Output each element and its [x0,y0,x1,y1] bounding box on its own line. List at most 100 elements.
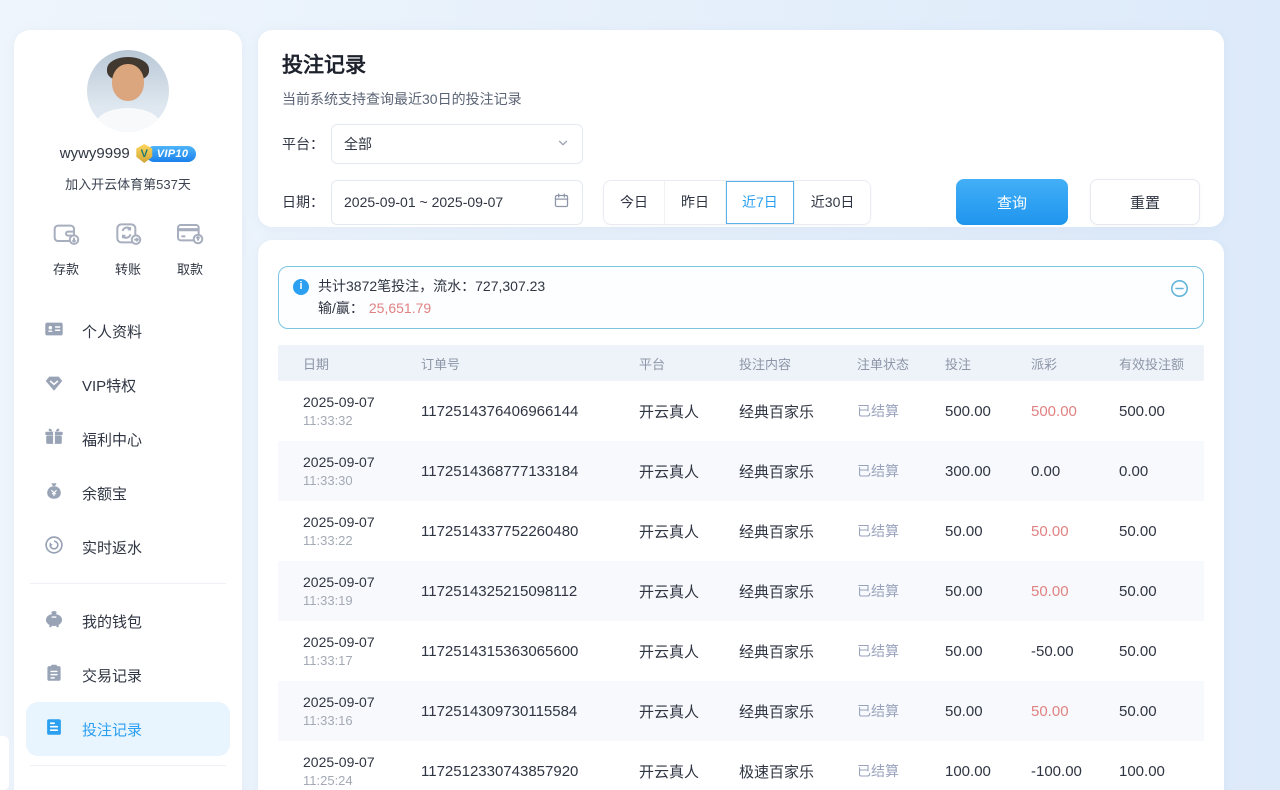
edge-strip [0,736,9,790]
cell-status: 已结算 [857,521,945,541]
sidebar-divider [30,583,226,584]
sidebar-item-rebate[interactable]: 实时返水 [26,520,230,574]
cell-status: 已结算 [857,581,945,601]
cell-date: 2025-09-0711:33:22 [303,514,421,548]
cell-order-number: 1172514337752260480 [421,523,639,540]
cell-platform: 开云真人 [639,761,739,782]
cell-valid-amount: 0.00 [1119,463,1204,480]
date-label: 日期： [282,192,331,212]
cell-order-number: 1172514309730115584 [421,703,639,720]
platform-select[interactable]: 全部 [331,124,583,164]
cell-valid-amount: 50.00 [1119,703,1204,720]
money-bag-icon [43,480,65,506]
sidebar-item-welfare[interactable]: 福利中心 [26,412,230,466]
cell-platform: 开云真人 [639,641,739,662]
cell-bet-amount: 100.00 [945,763,1031,780]
cell-payout: -50.00 [1031,643,1119,660]
vip-level-label: VIP10 [146,146,196,162]
quick-range-yesterday[interactable]: 昨日 [665,181,726,224]
cell-status: 已结算 [857,701,945,721]
transfer-label: 转账 [115,259,141,278]
cell-bet-content: 经典百家乐 [739,521,857,542]
results-panel: i 共计3872笔投注，流水：727,307.23 输/赢：25,651.79 … [258,240,1224,790]
cell-valid-amount: 50.00 [1119,643,1204,660]
cell-bet-amount: 50.00 [945,583,1031,600]
calendar-icon [553,192,570,212]
cell-bet-amount: 300.00 [945,463,1031,480]
transfer-button[interactable]: 转账 [112,217,144,278]
cell-bet-content: 经典百家乐 [739,401,857,422]
menu-label: 个人资料 [82,321,142,342]
date-range-input[interactable]: 2025-09-01 ~ 2025-09-07 [331,180,583,225]
col-header-order: 订单号 [421,354,639,373]
menu-label: 交易记录 [82,665,142,686]
sidebar-item-yuebao[interactable]: 余额宝 [26,466,230,520]
quick-range-30days[interactable]: 近30日 [795,181,871,224]
cell-bet-content: 经典百家乐 [739,581,857,602]
vip-badge: V VIP10 [135,144,196,163]
rebate-cycle-icon [43,534,65,560]
sidebar-item-bet-records[interactable]: 投注记录 [26,702,230,756]
table-row: 2025-09-0711:33:30 1172514368777133184 开… [278,441,1204,501]
cell-platform: 开云真人 [639,701,739,722]
sidebar-item-vip[interactable]: VIP特权 [26,358,230,412]
cell-platform: 开云真人 [639,581,739,602]
reset-button[interactable]: 重置 [1090,179,1200,225]
menu-label: 福利中心 [82,429,142,450]
sidebar-menu-secondary: 我的钱包 交易记录 [14,594,242,756]
sidebar-item-wallet[interactable]: 我的钱包 [26,594,230,648]
gift-icon [43,426,65,452]
menu-label: 实时返水 [82,537,142,558]
deposit-button[interactable]: 存款 [50,217,82,278]
cell-payout: 50.00 [1031,583,1119,600]
deposit-label: 存款 [53,259,79,278]
table-row: 2025-09-0711:33:22 1172514337752260480 开… [278,501,1204,561]
sidebar-divider [30,765,226,766]
col-header-content: 投注内容 [739,354,857,373]
bet-records-table: 日期 订单号 平台 投注内容 注单状态 投注 派彩 有效投注额 2025-09-… [278,345,1204,790]
page-title: 投注记录 [282,49,1200,79]
cell-valid-amount: 50.00 [1119,583,1204,600]
cell-platform: 开云真人 [639,401,739,422]
cell-order-number: 1172514368777133184 [421,463,639,480]
cell-payout: 500.00 [1031,403,1119,420]
cell-status: 已结算 [857,461,945,481]
collapse-banner-button[interactable] [1169,278,1190,299]
quick-range-7days[interactable]: 近7日 [726,181,795,224]
withdraw-card-icon [174,217,206,252]
gem-icon [43,372,65,398]
winloss-value: 25,651.79 [369,298,431,319]
cell-valid-amount: 500.00 [1119,403,1204,420]
query-button[interactable]: 查询 [956,179,1068,225]
cell-bet-content: 经典百家乐 [739,701,857,722]
table-row: 2025-09-0711:33:32 1172514376406966144 开… [278,381,1204,441]
cell-bet-amount: 50.00 [945,643,1031,660]
cell-payout: 50.00 [1031,523,1119,540]
cell-payout: -100.00 [1031,763,1119,780]
cell-order-number: 1172514376406966144 [421,403,639,420]
wallet-actions: 存款 转账 取款 [14,217,242,278]
col-header-bet: 投注 [945,354,1031,373]
cell-bet-amount: 500.00 [945,403,1031,420]
join-days-text: 加入开云体育第537天 [14,174,242,193]
cell-platform: 开云真人 [639,461,739,482]
table-body: 2025-09-0711:33:32 1172514376406966144 开… [278,381,1204,790]
withdraw-label: 取款 [177,259,203,278]
filter-panel: 投注记录 当前系统支持查询最近30日的投注记录 平台： 全部 日期： 2025-… [258,30,1224,227]
cell-date: 2025-09-0711:33:30 [303,454,421,488]
bet-records-icon [43,716,65,742]
page-subtitle: 当前系统支持查询最近30日的投注记录 [282,89,1200,109]
withdraw-button[interactable]: 取款 [174,217,206,278]
sidebar-item-profile[interactable]: 个人资料 [26,304,230,358]
cell-order-number: 1172514325215098112 [421,583,639,600]
sidebar-item-transactions[interactable]: 交易记录 [26,648,230,702]
cell-order-number: 1172514315363065600 [421,643,639,660]
col-header-date: 日期 [303,354,421,373]
id-card-icon [43,318,65,344]
avatar [87,50,169,132]
cell-bet-content: 极速百家乐 [739,761,857,782]
cell-bet-amount: 50.00 [945,523,1031,540]
cell-bet-content: 经典百家乐 [739,461,857,482]
sidebar: wywy9999 V VIP10 加入开云体育第537天 存款 [14,30,242,790]
quick-range-today[interactable]: 今日 [604,181,665,224]
